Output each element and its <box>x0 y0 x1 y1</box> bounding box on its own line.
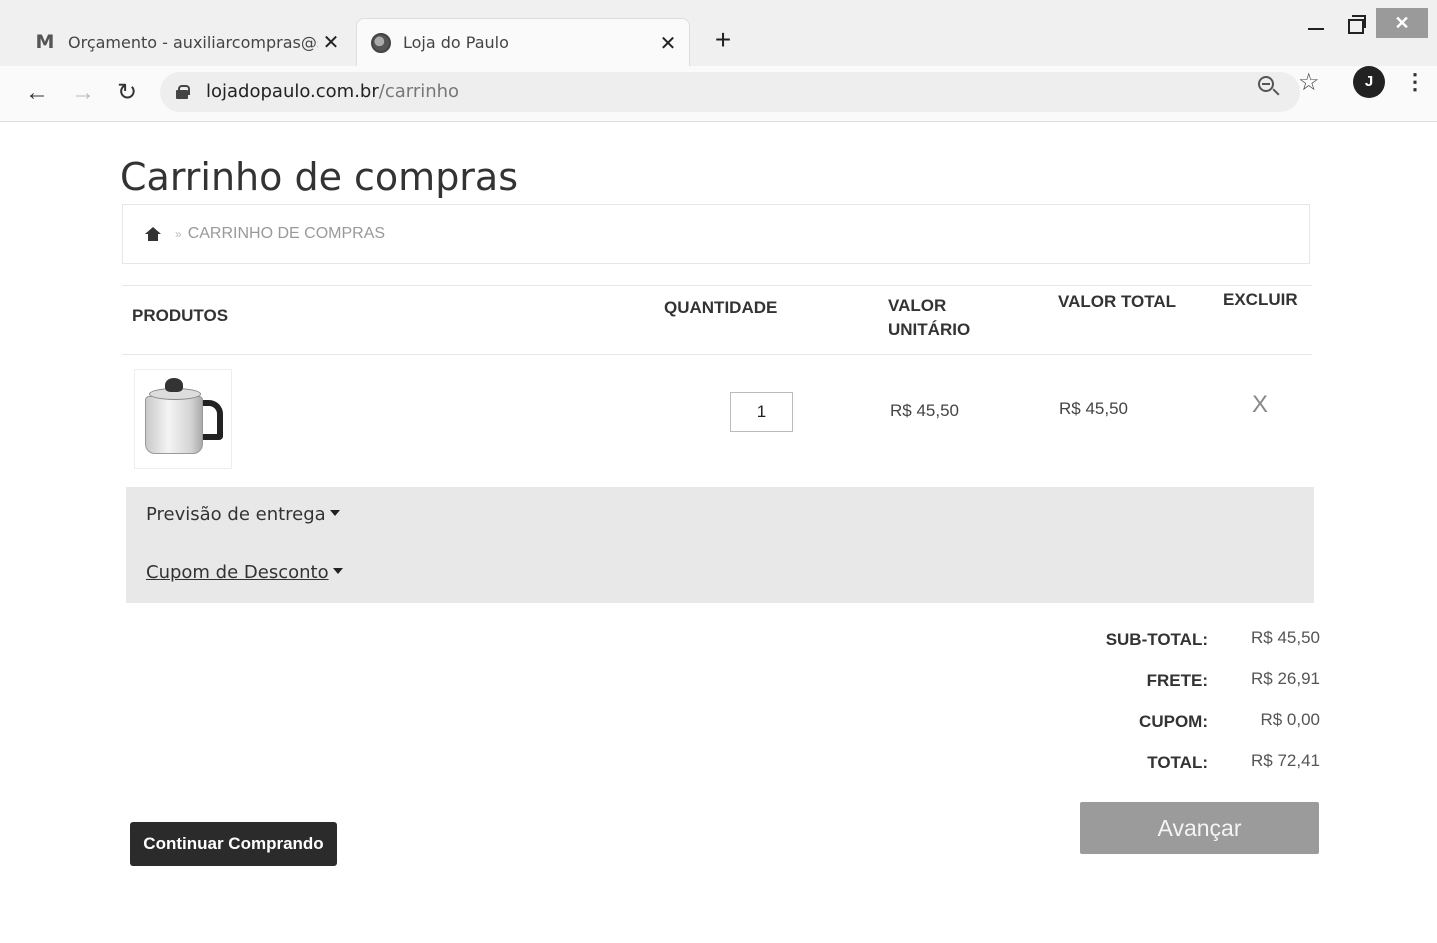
remove-item-button[interactable]: X <box>1252 391 1268 419</box>
close-tab-icon[interactable]: ✕ <box>655 31 681 55</box>
gmail-icon: M <box>35 31 55 53</box>
back-arrow-icon[interactable]: ← <box>20 76 54 110</box>
forward-arrow-icon[interactable]: → <box>66 76 100 110</box>
total-label: TOTAL: <box>1147 753 1208 772</box>
continue-shopping-button[interactable]: Continuar Comprando <box>130 822 337 866</box>
minimize-icon[interactable] <box>1304 12 1328 36</box>
order-totals: SUB-TOTAL: R$ 45,50 FRETE: R$ 26,91 CUPO… <box>1060 628 1320 794</box>
total-row: TOTAL: R$ 72,41 <box>1060 751 1320 794</box>
tab-title: Loja do Paulo <box>403 33 509 52</box>
bookmark-star-icon[interactable]: ☆ <box>1298 68 1320 97</box>
breadcrumb-current: CARRINHO DE COMPRAS <box>187 225 386 242</box>
subtotal-row: SUB-TOTAL: R$ 45,50 <box>1060 628 1320 671</box>
browser-toolbar: ← → ↻ lojadopaulo.com.br/carrinho <box>0 66 1437 122</box>
delivery-estimate-label: Previsão de entrega <box>146 504 326 525</box>
breadcrumb-separator: » <box>175 227 182 241</box>
globe-icon <box>371 32 391 53</box>
close-tab-icon[interactable]: ✕ <box>318 30 344 54</box>
advance-button[interactable]: Avançar <box>1080 802 1319 854</box>
frete-label: FRETE: <box>1146 671 1208 690</box>
close-window-button[interactable]: ✕ <box>1376 8 1428 38</box>
product-image[interactable] <box>134 369 232 469</box>
url-text[interactable]: lojadopaulo.com.br/carrinho <box>206 81 459 102</box>
discount-coupon-toggle[interactable]: Cupom de Desconto <box>126 543 1314 603</box>
zoom-out-icon[interactable] <box>1254 72 1284 102</box>
url-domain: lojadopaulo.com.br <box>206 81 379 102</box>
profile-avatar[interactable]: J <box>1353 66 1385 98</box>
breadcrumb: » CARRINHO DE COMPRAS <box>122 204 1310 264</box>
total-value: R$ 72,41 <box>1251 751 1320 770</box>
frete-value: R$ 26,91 <box>1251 669 1320 688</box>
header-produtos: PRODUTOS <box>132 306 229 325</box>
cart-table-header: PRODUTOS QUANTIDADE VALOR UNITÁRIO VALOR… <box>122 285 1312 355</box>
discount-coupon-label: Cupom de Desconto <box>146 562 329 583</box>
tab-gmail[interactable]: M Orçamento - auxiliarcompras@s ✕ <box>22 18 352 66</box>
url-path: /carrinho <box>378 81 460 102</box>
page-content: Carrinho de compras » CARRINHO DE COMPRA… <box>0 122 1437 943</box>
header-excluir: EXCLUIR <box>1223 290 1298 309</box>
unit-price: R$ 45,50 <box>890 401 959 420</box>
header-valor-total: VALOR TOTAL <box>1058 292 1177 311</box>
cupom-row: CUPOM: R$ 0,00 <box>1060 710 1320 753</box>
subtotal-value: R$ 45,50 <box>1251 628 1320 647</box>
new-tab-button[interactable]: + <box>708 24 738 56</box>
frete-row: FRETE: R$ 26,91 <box>1060 669 1320 712</box>
cart-item-row: R$ 45,50 R$ 45,50 X <box>122 355 1312 485</box>
subtotal-label: SUB-TOTAL: <box>1105 630 1208 649</box>
tab-loja-do-paulo[interactable]: Loja do Paulo ✕ <box>356 18 690 66</box>
item-total: R$ 45,50 <box>1059 399 1128 418</box>
caret-down-icon <box>332 568 343 574</box>
page-title: Carrinho de compras <box>120 155 519 199</box>
quantity-input[interactable] <box>730 392 793 432</box>
header-quantidade: QUANTIDADE <box>664 298 778 317</box>
address-bar[interactable]: lojadopaulo.com.br/carrinho <box>160 72 1300 112</box>
cupom-value: R$ 0,00 <box>1260 710 1320 729</box>
cupom-label: CUPOM: <box>1139 712 1208 731</box>
tab-title: Orçamento - auxiliarcompras@s <box>68 32 318 52</box>
delivery-estimate-toggle[interactable]: Previsão de entrega <box>126 487 1314 543</box>
restore-window-icon[interactable] <box>1344 12 1366 34</box>
kebab-menu-icon[interactable]: ⋮ <box>1404 66 1426 98</box>
lock-icon <box>176 85 190 99</box>
reload-icon[interactable]: ↻ <box>110 76 144 110</box>
home-icon[interactable] <box>145 227 161 241</box>
browser-tab-bar: M Orçamento - auxiliarcompras@s ✕ Loja d… <box>0 0 1437 66</box>
header-valor-unitario: VALOR UNITÁRIO <box>888 296 971 339</box>
caret-down-icon <box>329 510 340 516</box>
